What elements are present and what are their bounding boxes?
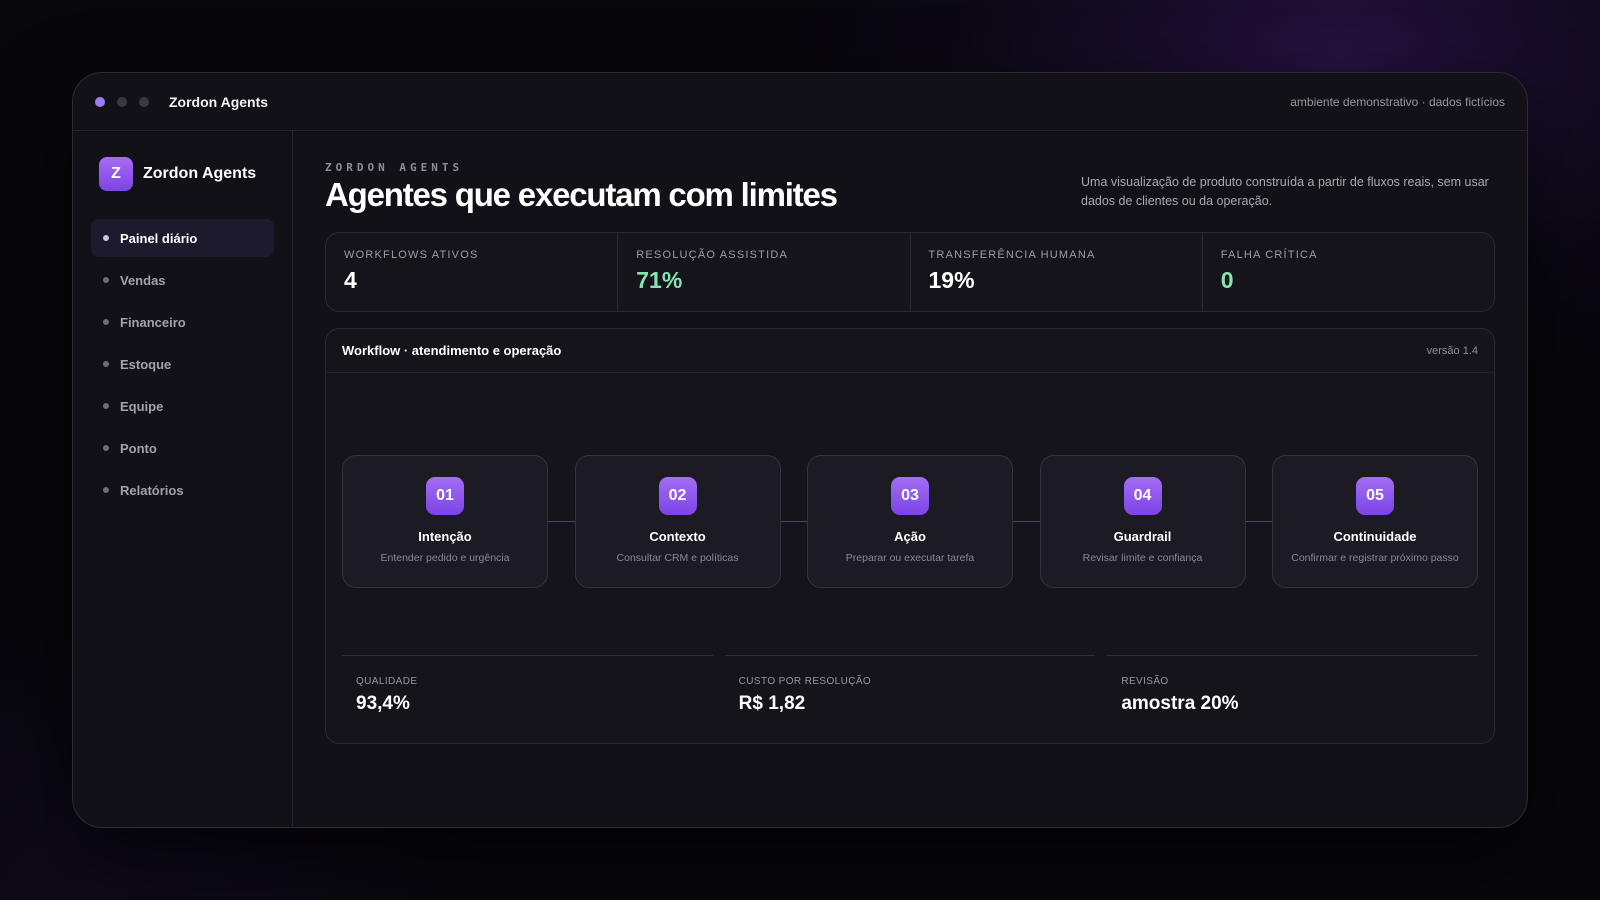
bullet-icon bbox=[103, 403, 109, 409]
environment-note: ambiente demonstrativo · dados fictícios bbox=[1290, 94, 1505, 109]
workflow-version: versão 1.4 bbox=[1426, 344, 1478, 357]
brand[interactable]: Z Zordon Agents bbox=[91, 157, 274, 191]
step-title: Intenção bbox=[418, 529, 472, 544]
bullet-icon bbox=[103, 445, 109, 451]
metric-revisao: REVISÃO amostra 20% bbox=[1107, 655, 1479, 715]
stats-bar: WORKFLOWS ATIVOS 4 RESOLUÇÃO ASSISTIDA 7… bbox=[325, 232, 1495, 312]
stat-transferencia-humana: TRANSFERÊNCIA HUMANA 19% bbox=[911, 233, 1203, 311]
workflow-step-contexto[interactable]: 02 Contexto Consultar CRM e políticas bbox=[574, 455, 781, 588]
sidebar-item-estoque[interactable]: Estoque bbox=[91, 345, 274, 383]
step-number-badge: 03 bbox=[891, 477, 929, 515]
step-number-badge: 04 bbox=[1123, 477, 1162, 515]
step-number-badge: 02 bbox=[658, 477, 697, 515]
stat-label: FALHA CRÍTICA bbox=[1220, 249, 1318, 261]
step-title: Ação bbox=[894, 529, 926, 544]
step-description: Entender pedido e urgência bbox=[380, 552, 510, 564]
metric-value: 93,4% bbox=[356, 693, 410, 714]
metric-label: REVISÃO bbox=[1121, 676, 1169, 687]
bullet-icon bbox=[103, 319, 109, 325]
sidebar: Z Zordon Agents Painel diário Vendas Fin… bbox=[73, 131, 293, 827]
window-title: Zordon Agents bbox=[169, 93, 269, 110]
workflow-step-guardrail[interactable]: 04 Guardrail Revisar limite e confiança bbox=[1039, 455, 1246, 588]
stat-label: TRANSFERÊNCIA HUMANA bbox=[928, 249, 1096, 261]
sidebar-item-painel-diario[interactable]: Painel diário bbox=[91, 219, 274, 257]
step-title: Guardrail bbox=[1113, 529, 1172, 544]
metric-label: CUSTO POR RESOLUÇÃO bbox=[738, 676, 872, 687]
step-number-badge: 01 bbox=[426, 477, 464, 515]
window-dot-icon[interactable] bbox=[139, 96, 149, 107]
workflow-title: Workflow · atendimento e operação bbox=[342, 343, 562, 358]
sidebar-item-financeiro[interactable]: Financeiro bbox=[91, 303, 274, 341]
stat-label: RESOLUÇÃO ASSISTIDA bbox=[636, 249, 789, 261]
stat-value: 4 bbox=[344, 267, 357, 293]
sidebar-item-label: Painel diário bbox=[120, 230, 198, 246]
sidebar-item-label: Vendas bbox=[120, 272, 166, 288]
sidebar-item-equipe[interactable]: Equipe bbox=[91, 387, 274, 425]
sidebar-item-vendas[interactable]: Vendas bbox=[91, 261, 274, 299]
sidebar-item-ponto[interactable]: Ponto bbox=[91, 429, 274, 467]
sidebar-item-label: Estoque bbox=[120, 356, 172, 372]
step-number-badge: 05 bbox=[1356, 477, 1394, 515]
metric-label: QUALIDADE bbox=[356, 676, 418, 687]
stat-value: 71% bbox=[636, 267, 683, 293]
metric-qualidade: QUALIDADE 93,4% bbox=[342, 655, 713, 715]
metric-value: amostra 20% bbox=[1121, 693, 1239, 714]
sidebar-item-label: Ponto bbox=[120, 440, 157, 456]
window-dot-icon[interactable] bbox=[117, 96, 127, 107]
stat-falha-critica: FALHA CRÍTICA 0 bbox=[1203, 233, 1494, 311]
workflow-step-acao[interactable]: 03 Ação Preparar ou executar tarefa bbox=[807, 455, 1013, 588]
main-content: ZORDON AGENTS Agentes que executam com l… bbox=[293, 131, 1527, 827]
stat-label: WORKFLOWS ATIVOS bbox=[344, 249, 479, 261]
step-description: Preparar ou executar tarefa bbox=[845, 552, 975, 564]
brand-logo-icon: Z bbox=[99, 157, 133, 191]
workflow-steps: 01 Intenção Entender pedido e urgência 0… bbox=[342, 455, 1478, 588]
stat-value: 19% bbox=[928, 267, 975, 293]
brand-name: Zordon Agents bbox=[143, 165, 257, 182]
step-description: Consultar CRM e políticas bbox=[616, 552, 739, 564]
bullet-icon bbox=[103, 277, 109, 283]
step-description: Confirmar e registrar próximo passo bbox=[1291, 552, 1459, 564]
window-controls bbox=[95, 96, 149, 107]
sidebar-item-label: Financeiro bbox=[120, 314, 186, 330]
workflow-step-intencao[interactable]: 01 Intenção Entender pedido e urgência bbox=[342, 455, 548, 588]
workflow-metrics: QUALIDADE 93,4% CUSTO POR RESOLUÇÃO R$ 1… bbox=[342, 655, 1479, 715]
metric-value: R$ 1,82 bbox=[738, 693, 806, 714]
metric-custo-por-resolucao: CUSTO POR RESOLUÇÃO R$ 1,82 bbox=[724, 655, 1096, 715]
bullet-icon bbox=[103, 361, 109, 367]
sidebar-item-label: Relatórios bbox=[120, 482, 184, 498]
bullet-icon bbox=[103, 487, 109, 493]
bullet-icon bbox=[103, 235, 109, 241]
title-bar: Zordon Agents ambiente demonstrativo · d… bbox=[73, 73, 1527, 131]
workflow-panel: Workflow · atendimento e operação versão… bbox=[325, 328, 1495, 744]
app-window: Zordon Agents ambiente demonstrativo · d… bbox=[72, 72, 1528, 828]
sidebar-item-relatorios[interactable]: Relatórios bbox=[91, 471, 274, 509]
window-dot-icon[interactable] bbox=[95, 96, 105, 107]
stat-resolucao-assistida: RESOLUÇÃO ASSISTIDA 71% bbox=[618, 233, 911, 311]
page-subtitle: Uma visualização de produto construída a… bbox=[1081, 175, 1489, 208]
step-title: Continuidade bbox=[1333, 529, 1417, 544]
sidebar-item-label: Equipe bbox=[120, 398, 164, 414]
step-description: Revisar limite e confiança bbox=[1082, 552, 1203, 564]
stat-value: 0 bbox=[1220, 267, 1234, 293]
workflow-step-continuidade[interactable]: 05 Continuidade Confirmar e registrar pr… bbox=[1272, 455, 1478, 588]
stat-workflows-ativos: WORKFLOWS ATIVOS 4 bbox=[326, 233, 619, 311]
step-title: Contexto bbox=[649, 529, 706, 544]
workflow-header: Workflow · atendimento e operação versão… bbox=[326, 329, 1494, 373]
